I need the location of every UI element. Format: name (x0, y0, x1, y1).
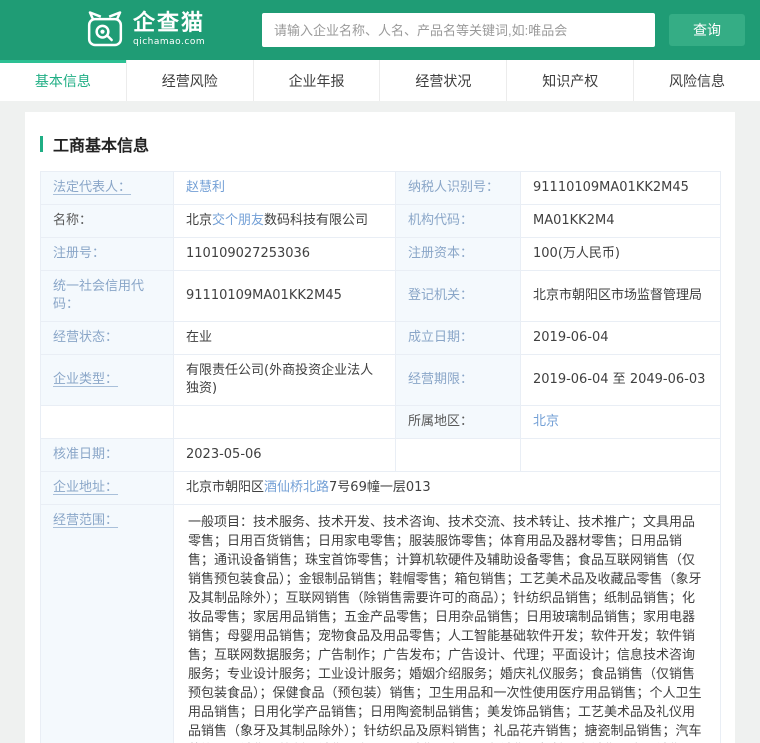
company-type-value: 有限责任公司(外商投资企业法人独资) (173, 354, 396, 406)
legal-rep-link[interactable]: 赵慧利 (186, 180, 225, 195)
org-code-value: MA01KK2M4 (520, 204, 721, 238)
search-bar: 查询 (262, 13, 745, 47)
credit-code-value: 91110109MA01KK2M45 (173, 270, 396, 322)
row-credit-code-authority: 统一社会信用代码： 91110109MA01KK2M45 登记机关： 北京市朝阳… (40, 270, 721, 322)
address-value: 北京市朝阳区酒仙桥北路7号69幢一层013 (173, 471, 721, 505)
credit-code-label: 统一社会信用代码： (40, 270, 174, 322)
info-table: 法定代表人： 赵慧利 纳税人识别号： 91110109MA01KK2M45 名称… (40, 171, 721, 743)
biz-term-label: 经营期限： (395, 354, 521, 406)
biz-term-value: 2019-06-04 至 2049-06-03 (520, 354, 721, 406)
reg-authority-label: 登记机关： (395, 270, 521, 322)
empty-cell (395, 438, 521, 472)
reg-no-label: 注册号： (40, 237, 174, 271)
region-label: 所属地区： (395, 405, 521, 439)
tab-basic-info[interactable]: 基本信息 (0, 60, 126, 101)
site-header: 企查猫 qichamao.com 查询 (0, 0, 760, 60)
tab-risk-info[interactable]: 风险信息 (633, 60, 760, 101)
tab-operating-risk[interactable]: 经营风险 (125, 60, 253, 101)
address-highlight-link[interactable]: 酒仙桥北路 (264, 480, 329, 495)
address-label: 企业地址： (40, 471, 174, 505)
reg-capital-value: 100(万人民币) (520, 237, 721, 271)
biz-scope-label: 经营范围： (40, 504, 174, 743)
search-button[interactable]: 查询 (669, 14, 745, 46)
row-name-org-code: 名称： 北京交个朋友数码科技有限公司 机构代码： MA01KK2M4 (40, 204, 721, 238)
search-input[interactable] (262, 13, 655, 47)
row-region: 所属地区： 北京 (40, 405, 721, 439)
logo-domain: qichamao.com (133, 37, 206, 47)
tab-operating-status[interactable]: 经营状况 (379, 60, 506, 101)
row-status-establish-date: 经营状态： 在业 成立日期： 2019-06-04 (40, 321, 721, 355)
row-reg-no-capital: 注册号： 110109027253036 注册资本： 100(万人民币) (40, 237, 721, 271)
approval-date-value: 2023-05-06 (173, 438, 396, 472)
empty-cell (520, 438, 721, 472)
company-name-value: 北京交个朋友数码科技有限公司 (173, 204, 396, 238)
main-content: 工商基本信息 法定代表人： 赵慧利 纳税人识别号： 91110109MA01KK… (0, 101, 760, 743)
legal-rep-label: 法定代表人： (40, 171, 174, 205)
region-link[interactable]: 北京 (533, 414, 559, 429)
reg-authority-value: 北京市朝阳区市场监督管理局 (520, 270, 721, 322)
company-type-label: 企业类型： (40, 354, 174, 406)
section-title: 工商基本信息 (40, 132, 720, 156)
row-approval-date: 核准日期： 2023-05-06 (40, 438, 721, 472)
cat-logo-icon (87, 11, 123, 47)
row-legal-rep-tax-id: 法定代表人： 赵慧利 纳税人识别号： 91110109MA01KK2M45 (40, 171, 721, 205)
logo-title: 企查猫 (133, 11, 206, 36)
business-info-card: 工商基本信息 法定代表人： 赵慧利 纳税人识别号： 91110109MA01KK… (25, 112, 735, 743)
org-code-label: 机构代码： (395, 204, 521, 238)
reg-no-value: 110109027253036 (173, 237, 396, 271)
empty-cell (173, 405, 396, 439)
establish-date-label: 成立日期： (395, 321, 521, 355)
site-logo[interactable]: 企查猫 qichamao.com (85, 10, 205, 50)
title-marker (40, 136, 43, 152)
logo-text: 企查猫 qichamao.com (133, 11, 206, 48)
tab-intellectual-property[interactable]: 知识产权 (506, 60, 633, 101)
company-name-highlight-link[interactable]: 交个朋友 (212, 213, 264, 228)
empty-cell (40, 405, 174, 439)
region-value: 北京 (520, 405, 721, 439)
tax-id-label: 纳税人识别号： (395, 171, 521, 205)
tab-bar: 基本信息 经营风险 企业年报 经营状况 知识产权 风险信息 (0, 60, 760, 101)
biz-status-label: 经营状态： (40, 321, 174, 355)
row-address: 企业地址： 北京市朝阳区酒仙桥北路7号69幢一层013 (40, 471, 721, 505)
section-title-text: 工商基本信息 (53, 136, 150, 155)
row-business-scope: 经营范围： 一般项目：技术服务、技术开发、技术咨询、技术交流、技术转让、技术推广… (40, 504, 721, 743)
row-company-type-term: 企业类型： 有限责任公司(外商投资企业法人独资) 经营期限： 2019-06-0… (40, 354, 721, 406)
tab-annual-report[interactable]: 企业年报 (252, 60, 380, 101)
biz-scope-value: 一般项目：技术服务、技术开发、技术咨询、技术交流、技术转让、技术推广；文具用品零… (173, 504, 721, 743)
approval-date-label: 核准日期： (40, 438, 174, 472)
establish-date-value: 2019-06-04 (520, 321, 721, 355)
biz-status-value: 在业 (173, 321, 396, 355)
company-name-label: 名称： (40, 204, 174, 238)
tax-id-value: 91110109MA01KK2M45 (520, 171, 721, 205)
legal-rep-value: 赵慧利 (173, 171, 396, 205)
reg-capital-label: 注册资本： (395, 237, 521, 271)
